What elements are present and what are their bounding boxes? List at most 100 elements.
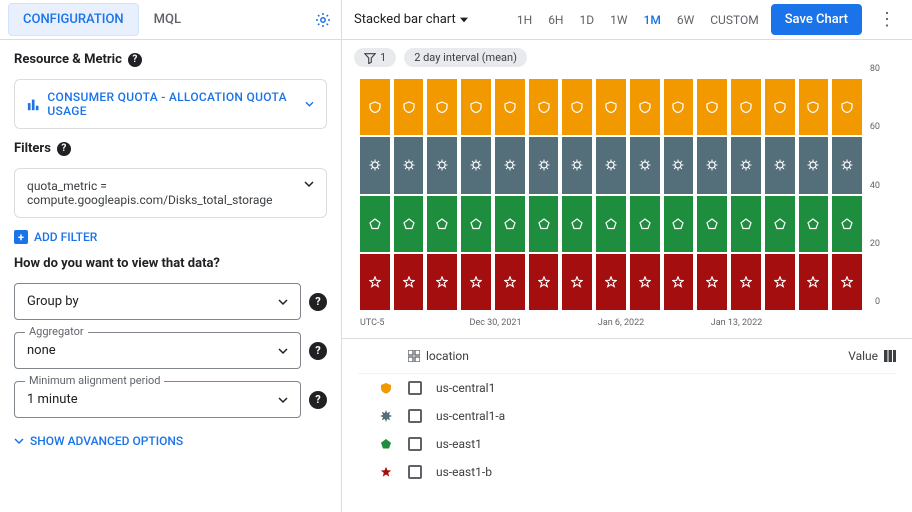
save-chart-button[interactable]: Save Chart	[771, 4, 862, 35]
bar-segment	[596, 254, 626, 310]
bar	[360, 79, 390, 312]
chart-panel: Stacked bar chart 1H 6H 1D 1W 1M 6W CUSTOM Sav…	[342, 0, 912, 512]
view-question: How do you want to view that data?	[14, 256, 327, 271]
bar	[765, 79, 795, 312]
help-icon[interactable]: ?	[309, 391, 327, 409]
filter-count-chip[interactable]: 1	[354, 48, 396, 67]
legend-checkbox[interactable]	[408, 437, 422, 451]
bar-segment	[765, 79, 795, 135]
bar-segment	[832, 254, 862, 310]
legend-label: us-central1	[436, 381, 495, 395]
resource-metric-heading: Resource & Metric ?	[14, 52, 327, 67]
filter-chip[interactable]: quota_metric = compute.googleapis.com/Di…	[14, 168, 327, 218]
bar-segment	[360, 254, 390, 310]
bar-segment	[562, 196, 592, 252]
bar-segment	[562, 79, 592, 135]
timezone-label: UTC-5	[360, 318, 385, 328]
bar-segment	[799, 137, 829, 193]
bar-segment	[461, 137, 491, 193]
legend-checkbox[interactable]	[408, 409, 422, 423]
bar-segment	[799, 196, 829, 252]
y-tick: 80	[870, 64, 880, 74]
legend-checkbox[interactable]	[408, 381, 422, 395]
add-filter-button[interactable]: + ADD FILTER	[14, 230, 327, 244]
range-custom[interactable]: CUSTOM	[710, 13, 758, 27]
gear-icon[interactable]	[313, 10, 333, 30]
help-icon[interactable]: ?	[309, 293, 327, 311]
legend-label: us-east1-b	[436, 465, 492, 479]
legend-row[interactable]: us-east1-b	[358, 458, 896, 486]
bar-segment	[394, 137, 424, 193]
y-tick: 60	[870, 122, 880, 132]
legend-row[interactable]: us-central1	[358, 374, 896, 402]
bar	[562, 79, 592, 312]
bar-segment	[495, 79, 525, 135]
legend-row[interactable]: us-central1-a	[358, 402, 896, 430]
bar-segment	[697, 137, 727, 193]
bar-segment	[394, 254, 424, 310]
range-6h[interactable]: 6H	[548, 13, 563, 27]
bar-segment	[562, 137, 592, 193]
bar-segment	[664, 254, 694, 310]
bar-segment	[529, 79, 559, 135]
bar-segment	[799, 79, 829, 135]
tab-configuration[interactable]: CONFIGURATION	[8, 3, 139, 36]
columns-icon[interactable]	[884, 350, 896, 362]
y-tick: 0	[875, 297, 880, 307]
filter-icon	[364, 52, 376, 64]
y-axis: 020406080	[864, 79, 880, 312]
legend-row[interactable]: us-east1	[358, 430, 896, 458]
legend: location Value us-central1us-central1-au…	[342, 338, 912, 486]
help-icon[interactable]: ?	[57, 142, 71, 156]
bar	[731, 79, 761, 312]
bar-segment	[731, 137, 761, 193]
bar-segment	[461, 196, 491, 252]
bar-segment	[596, 137, 626, 193]
bar-segment	[697, 196, 727, 252]
more-menu-icon[interactable]: ⋮	[874, 9, 900, 30]
bar-segment	[630, 79, 660, 135]
grid-icon	[408, 350, 420, 362]
legend-checkbox[interactable]	[408, 465, 422, 479]
metric-selector[interactable]: CONSUMER QUOTA - ALLOCATION QUOTA USAGE	[14, 79, 327, 129]
chart-type-select[interactable]: Stacked bar chart	[354, 12, 468, 27]
bar-segment	[630, 137, 660, 193]
bar-segment	[461, 254, 491, 310]
bar-segment	[765, 137, 795, 193]
x-axis: UTC-5 Dec 30, 2021Jan 6, 2022Jan 13, 202…	[360, 314, 862, 334]
range-1h[interactable]: 1H	[517, 13, 532, 27]
bar-segment	[529, 196, 559, 252]
bar-segment	[427, 137, 457, 193]
help-icon[interactable]: ?	[128, 53, 142, 67]
groupby-select[interactable]: Group by	[14, 283, 301, 320]
bar	[427, 79, 457, 312]
bar	[596, 79, 626, 312]
bar-segment	[697, 79, 727, 135]
help-icon[interactable]: ?	[309, 342, 327, 360]
filter-text: quota_metric = compute.googleapis.com/Di…	[27, 179, 287, 207]
legend-col-value: Value	[848, 349, 878, 363]
tab-mql[interactable]: MQL	[139, 3, 196, 36]
y-tick: 40	[870, 181, 880, 191]
show-advanced-toggle[interactable]: SHOW ADVANCED OPTIONS	[14, 434, 327, 448]
range-6w[interactable]: 6W	[677, 13, 694, 27]
series-marker-icon	[378, 466, 394, 478]
x-tick: Jan 13, 2022	[711, 318, 762, 328]
legend-label: us-east1	[436, 437, 482, 451]
config-tabs: CONFIGURATION MQL	[0, 0, 341, 40]
range-1d[interactable]: 1D	[580, 13, 595, 27]
interval-chip[interactable]: 2 day interval (mean)	[404, 48, 527, 67]
time-range-picker: 1H 6H 1D 1W 1M 6W CUSTOM	[517, 13, 759, 27]
plus-icon: +	[14, 230, 28, 244]
bar-segment	[427, 196, 457, 252]
range-1w[interactable]: 1W	[610, 13, 627, 27]
aggregator-select[interactable]: Aggregator none	[14, 332, 301, 369]
series-marker-icon	[378, 410, 394, 422]
bar-segment	[529, 137, 559, 193]
bar	[529, 79, 559, 312]
range-1m[interactable]: 1M	[644, 13, 661, 27]
bar-segment	[360, 196, 390, 252]
alignment-select[interactable]: Minimum alignment period 1 minute	[14, 381, 301, 418]
chevron-down-icon	[460, 16, 468, 24]
bar-segment	[596, 79, 626, 135]
